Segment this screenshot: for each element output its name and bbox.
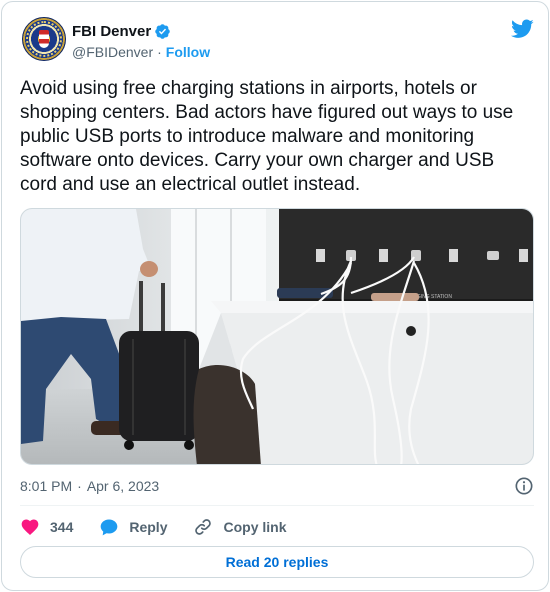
- read-replies-button[interactable]: Read 20 replies: [20, 546, 534, 578]
- divider: [20, 505, 534, 506]
- link-icon: [195, 519, 212, 535]
- separator-dot: ·: [157, 44, 162, 60]
- handle-row: @FBIDenver · Follow: [72, 43, 210, 61]
- tweet-photo[interactable]: USB CHARGING STATION: [20, 208, 534, 465]
- tweet-header: FBI Denver @FBIDenver · Follow: [22, 17, 534, 65]
- copy-link-button[interactable]: Copy link: [193, 517, 287, 537]
- counter-top: [211, 301, 533, 313]
- tweet-meta: 8:01 PM · Apr 6, 2023: [20, 476, 534, 496]
- dark-chair: [193, 365, 261, 464]
- like-button[interactable]: 344: [20, 517, 73, 537]
- suitcase-handle: [161, 283, 165, 339]
- photo-illustration: USB CHARGING STATION: [21, 209, 533, 464]
- person-hand: [140, 261, 158, 277]
- person-shirt: [21, 209, 151, 324]
- suitcase: [119, 331, 199, 441]
- action-bar: 344 Reply Copy link: [20, 516, 313, 538]
- tweet-time[interactable]: 8:01 PM: [20, 478, 72, 494]
- follow-link[interactable]: Follow: [166, 44, 210, 60]
- suitcase-handle: [139, 281, 143, 339]
- like-count: 344: [50, 519, 74, 535]
- tweet-date[interactable]: Apr 6, 2023: [87, 478, 159, 494]
- tweet-text: Avoid using free charging stations in ai…: [20, 78, 514, 195]
- speech-bubble-icon: [101, 519, 118, 536]
- verified-badge-icon: [155, 23, 170, 39]
- name-row: FBI Denver: [72, 21, 171, 41]
- display-name[interactable]: FBI Denver: [72, 23, 151, 40]
- tweet-card: FBI Denver @FBIDenver · Follow Avoid usi…: [1, 1, 549, 591]
- meta-separator: ·: [77, 478, 82, 494]
- copy-link-label: Copy link: [223, 519, 287, 535]
- handle[interactable]: @FBIDenver: [72, 44, 153, 60]
- phone: [371, 293, 419, 301]
- reply-label: Reply: [129, 519, 168, 535]
- twitter-bird-icon[interactable]: [511, 19, 534, 39]
- heart-icon: [21, 519, 39, 535]
- info-icon[interactable]: [514, 476, 534, 496]
- seal-shield: [39, 30, 49, 48]
- reply-button[interactable]: Reply: [99, 517, 167, 537]
- avatar[interactable]: [22, 17, 66, 61]
